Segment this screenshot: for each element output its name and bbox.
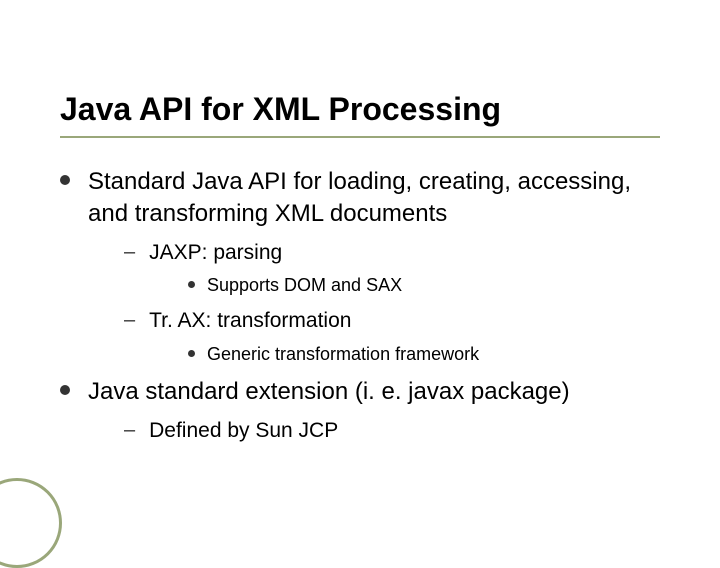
decorative-ring-icon: [0, 478, 62, 568]
bullet-level1: Standard Java API for loading, creating,…: [60, 166, 660, 228]
slide-title: Java API for XML Processing: [60, 90, 660, 128]
bullet-text: JAXP: parsing: [149, 239, 282, 266]
disc-bullet-icon: [188, 281, 195, 288]
bullet-text: Java standard extension (i. e. javax pac…: [88, 376, 570, 407]
slide: Java API for XML Processing Standard Jav…: [0, 0, 720, 540]
slide-content: Standard Java API for loading, creating,…: [60, 166, 660, 444]
bullet-level1: Java standard extension (i. e. javax pac…: [60, 376, 660, 407]
bullet-level2: – Tr. AX: transformation: [124, 307, 660, 334]
bullet-level3: Supports DOM and SAX: [188, 274, 660, 297]
bullet-text: Generic transformation framework: [207, 343, 479, 366]
bullet-level3: Generic transformation framework: [188, 343, 660, 366]
bullet-text: Defined by Sun JCP: [149, 417, 338, 444]
bullet-text: Tr. AX: transformation: [149, 307, 351, 334]
title-underline: [60, 136, 660, 138]
dash-bullet-icon: –: [124, 239, 135, 265]
bullet-text: Supports DOM and SAX: [207, 274, 402, 297]
disc-bullet-icon: [188, 350, 195, 357]
bullet-text: Standard Java API for loading, creating,…: [88, 166, 660, 228]
dash-bullet-icon: –: [124, 417, 135, 443]
bullet-level2: – Defined by Sun JCP: [124, 417, 660, 444]
disc-bullet-icon: [60, 385, 70, 395]
dash-bullet-icon: –: [124, 307, 135, 333]
bullet-level2: – JAXP: parsing: [124, 239, 660, 266]
disc-bullet-icon: [60, 175, 70, 185]
